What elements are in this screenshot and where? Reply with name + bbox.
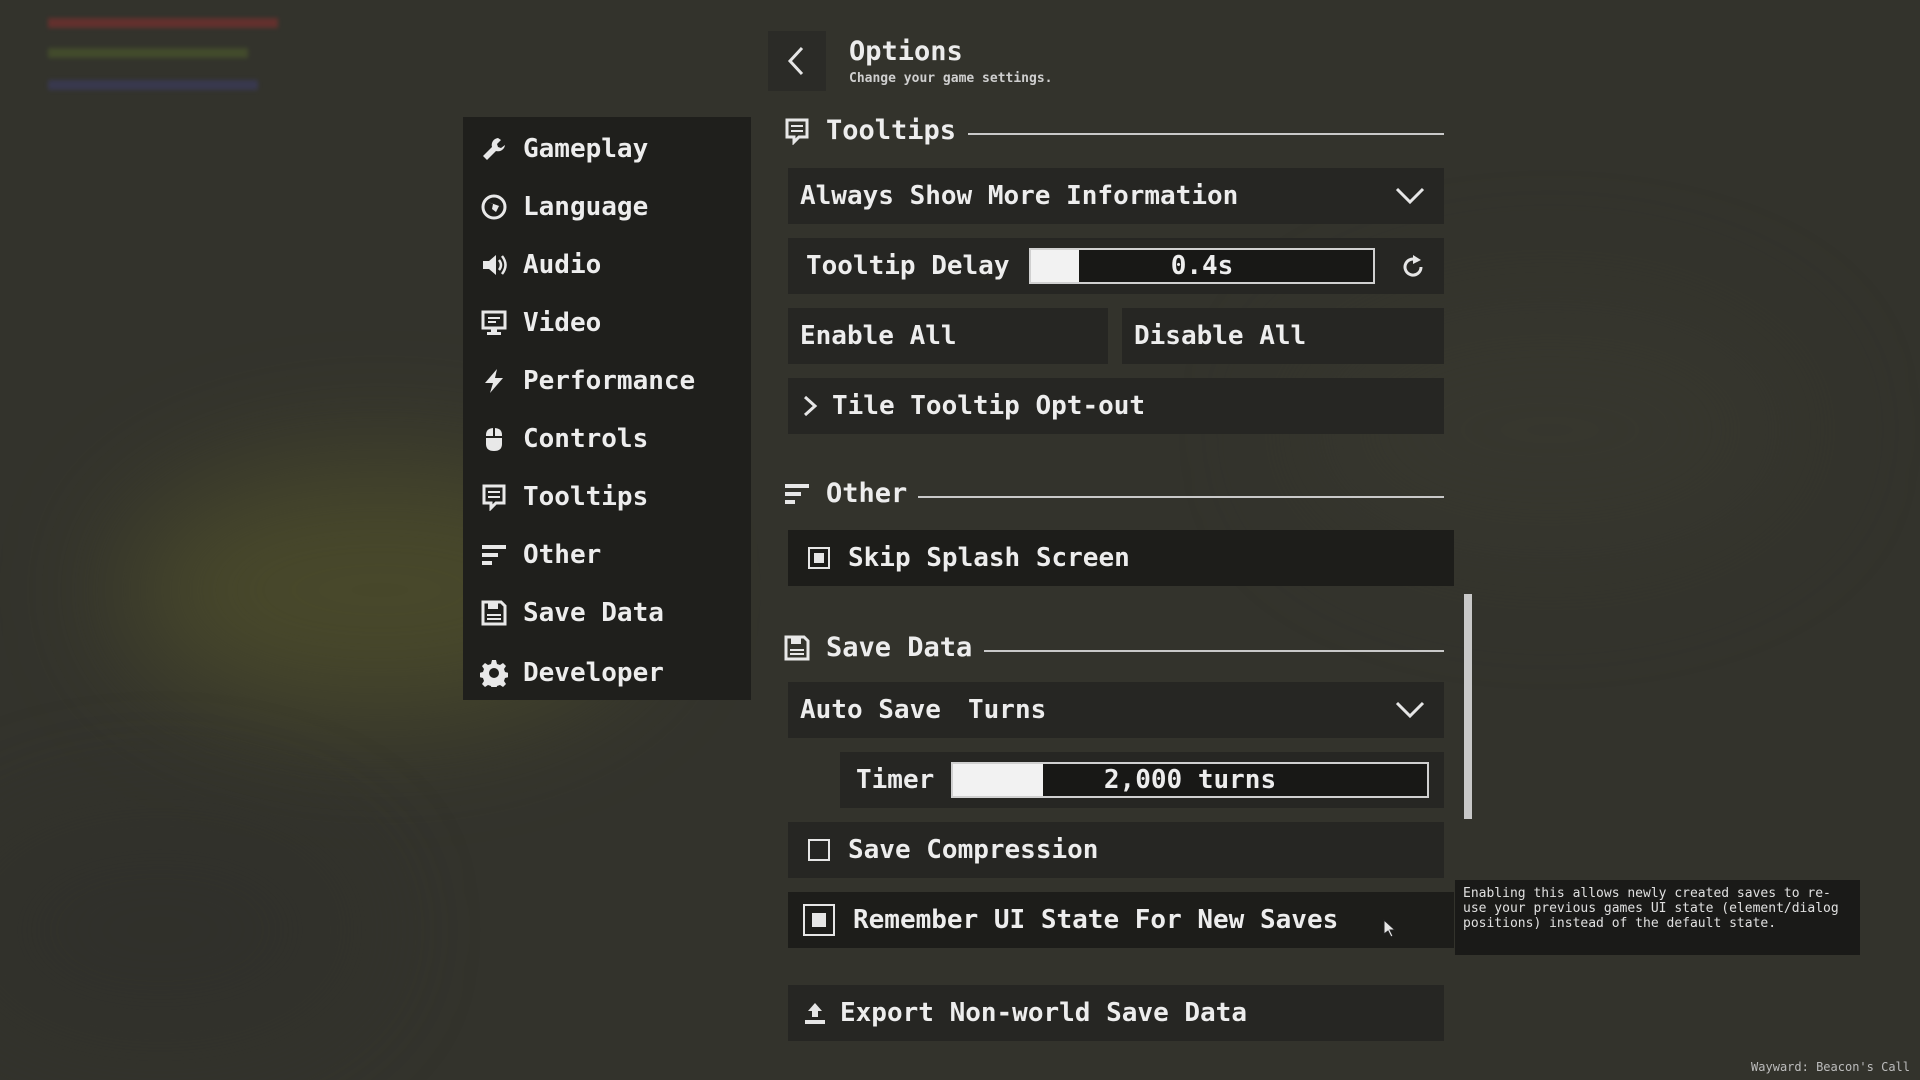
export-save-data-button[interactable]: Export Non-world Save Data	[788, 985, 1444, 1041]
sidebar-item-label: Performance	[523, 366, 696, 396]
gear-icon	[479, 658, 509, 688]
tile-tooltip-optout-expander[interactable]: Tile Tooltip Opt-out	[788, 378, 1444, 434]
back-button[interactable]	[768, 31, 826, 91]
sidebar-item-label: Developer	[523, 658, 664, 688]
version-label: Wayward: Beacon's Call	[1751, 1060, 1910, 1074]
skip-splash-checkbox[interactable]: Skip Splash Screen	[788, 530, 1454, 586]
page-title: Options	[849, 36, 963, 67]
checkbox-box	[808, 839, 830, 861]
auto-save-select[interactable]: Turns	[956, 682, 1444, 738]
reset-icon	[1403, 255, 1423, 277]
section-heading-other: Other	[782, 478, 907, 509]
lines-icon	[479, 540, 509, 570]
reset-delay-button[interactable]	[1396, 250, 1430, 284]
speech-bubble-icon	[479, 482, 509, 512]
sidebar-item-save-data[interactable]: Save Data	[479, 587, 664, 639]
sidebar-item-label: Save Data	[523, 598, 664, 628]
sidebar-item-tooltips[interactable]: Tooltips	[479, 471, 648, 523]
disable-all-button[interactable]: Disable All	[1122, 308, 1444, 364]
chevron-left-icon	[787, 46, 804, 76]
slider-fill	[1031, 250, 1079, 282]
cursor-icon	[1383, 918, 1396, 938]
globe-icon	[479, 192, 509, 222]
section-heading-save-data: Save Data	[782, 632, 972, 663]
sidebar-item-label: Audio	[523, 250, 602, 280]
chevron-down-icon	[1395, 701, 1425, 719]
section-heading-tooltips: Tooltips	[782, 115, 956, 146]
monitor-icon	[479, 308, 509, 338]
sidebar-item-label: Video	[523, 308, 602, 338]
save-compression-checkbox[interactable]: Save Compression	[788, 822, 1444, 878]
sidebar-item-label: Tooltips	[523, 482, 649, 512]
speech-bubble-icon	[782, 116, 812, 146]
floppy-icon	[782, 633, 812, 663]
sidebar-item-video[interactable]: Video	[479, 297, 601, 349]
remember-ui-state-checkbox[interactable]: Remember UI State For New Saves	[788, 892, 1454, 948]
checkbox-box	[803, 904, 835, 936]
chevron-down-icon	[1395, 187, 1425, 205]
lightning-icon	[479, 366, 509, 396]
lines-icon	[782, 479, 812, 509]
section-divider	[984, 650, 1444, 652]
tooltip-popup: Enabling this allows newly created saves…	[1455, 880, 1860, 955]
sidebar-item-audio[interactable]: Audio	[479, 239, 601, 291]
sidebar-item-controls[interactable]: Controls	[479, 413, 648, 465]
section-divider	[968, 133, 1444, 135]
chevron-right-icon	[803, 395, 818, 417]
tooltip-mode-select[interactable]: Always Show More Information	[788, 168, 1444, 224]
options-sidebar: Gameplay Language Audio Video Performanc…	[463, 117, 751, 700]
timer-slider[interactable]: 2,000 turns	[951, 762, 1429, 798]
enable-all-button[interactable]: Enable All	[788, 308, 1108, 364]
sidebar-item-label: Other	[523, 540, 602, 570]
scrollbar[interactable]	[1464, 594, 1472, 819]
floppy-icon	[479, 598, 509, 628]
tooltip-delay-slider[interactable]: 0.4s	[1029, 248, 1375, 284]
upload-icon	[805, 1003, 825, 1024]
mouse-icon	[479, 424, 509, 454]
sidebar-item-gameplay[interactable]: Gameplay	[479, 123, 648, 175]
auto-save-label-cell: Auto Save	[788, 682, 956, 738]
sidebar-item-label: Language	[523, 192, 649, 222]
sidebar-item-performance[interactable]: Performance	[479, 355, 695, 407]
sidebar-item-developer[interactable]: Developer	[479, 647, 664, 699]
section-divider	[918, 496, 1444, 498]
wrench-icon	[479, 134, 509, 164]
sidebar-item-label: Controls	[523, 424, 649, 454]
sidebar-item-other[interactable]: Other	[479, 529, 601, 581]
checkbox-box	[808, 547, 830, 569]
speaker-icon	[479, 250, 509, 280]
sidebar-item-label: Gameplay	[523, 134, 649, 164]
sidebar-item-language[interactable]: Language	[479, 181, 648, 233]
slider-fill	[953, 764, 1044, 796]
page-subtitle: Change your game settings.	[849, 71, 1053, 86]
